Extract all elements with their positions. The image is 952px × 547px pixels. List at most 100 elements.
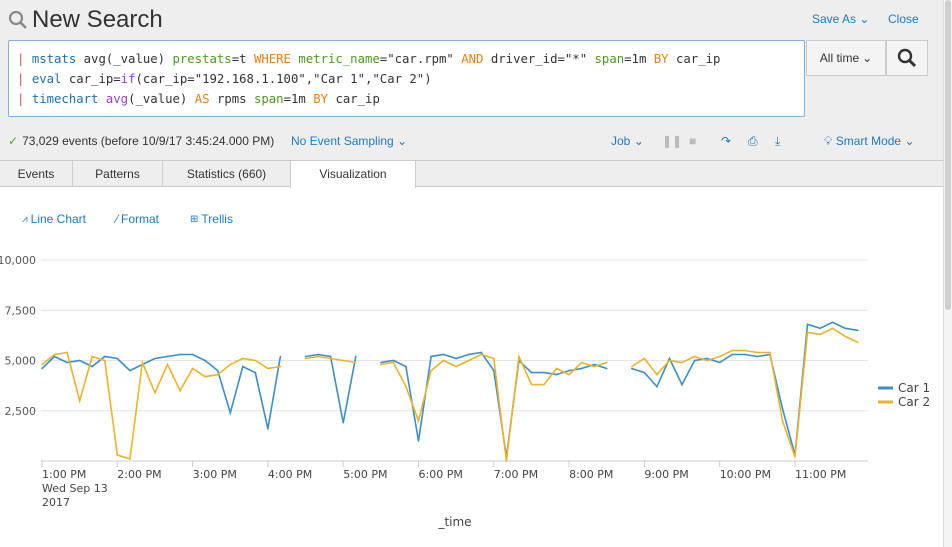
data-point: [781, 420, 784, 422]
x-tick-label: 8:00 PM: [569, 468, 613, 481]
data-point: [78, 359, 81, 362]
x-tick-label: 9:00 PM: [644, 468, 688, 481]
query-token: metric_name: [298, 52, 380, 66]
data-point: [631, 365, 633, 368]
data-point: [831, 321, 834, 324]
data-point: [417, 440, 420, 442]
data-point: [769, 351, 771, 354]
data-point: [129, 369, 131, 372]
data-point: [530, 383, 533, 386]
tab-patterns[interactable]: Patterns: [72, 161, 162, 187]
data-point: [518, 355, 520, 358]
x-tick-label: 1:00 PM: [42, 468, 86, 481]
data-point: [756, 355, 759, 358]
data-point: [681, 361, 683, 364]
series-line-2: [41, 327, 859, 462]
data-point: [179, 389, 181, 392]
export-icon[interactable]: ⤓: [775, 134, 780, 149]
data-point: [141, 361, 144, 364]
data-point: [530, 371, 533, 374]
query-token: WHERE: [253, 52, 299, 66]
data-point: [66, 361, 68, 364]
tab-statistics[interactable]: Statistics (660): [162, 161, 290, 187]
data-point: [216, 369, 219, 372]
search-button[interactable]: [886, 40, 928, 76]
data-point: [856, 341, 859, 344]
query-token: AS: [194, 92, 217, 106]
query-token: car_ip=: [68, 72, 121, 86]
time-range-picker[interactable]: All time ⌄: [806, 40, 886, 76]
query-token: avg(_value): [83, 52, 173, 66]
data-point: [731, 349, 734, 352]
data-point: [819, 327, 821, 330]
data-point: [154, 391, 156, 394]
data-point: [242, 357, 244, 360]
data-point: [442, 359, 445, 362]
data-point: [718, 361, 721, 364]
series-line-1: [41, 321, 858, 458]
data-point: [229, 363, 232, 366]
tab-bar: Events Patterns Statistics (660) Visuali…: [0, 160, 943, 188]
query-token: car_ip: [675, 52, 721, 66]
data-point: [329, 357, 332, 360]
data-point: [568, 373, 570, 376]
data-point: [555, 373, 558, 376]
data-point: [242, 365, 244, 368]
data-point: [455, 357, 457, 360]
query-token: ="car.rpm": [379, 52, 462, 66]
query-token: BY: [653, 52, 676, 66]
tab-events[interactable]: Events: [0, 161, 72, 187]
page-title-text: New Search: [32, 6, 163, 33]
chart-type-button[interactable]: ⩘ Line Chart: [22, 212, 86, 226]
search-icon: [897, 48, 917, 68]
data-point: [831, 327, 834, 330]
format-button[interactable]: ⁄ Format: [116, 212, 159, 226]
job-menu[interactable]: Job ⌄: [611, 134, 644, 148]
data-point: [116, 454, 119, 456]
data-point: [229, 411, 232, 414]
data-point: [706, 357, 708, 360]
tab-visualization[interactable]: Visualization: [290, 161, 416, 188]
data-point: [706, 359, 708, 362]
legend-label: Car 1: [898, 381, 930, 395]
data-point: [593, 365, 595, 368]
data-point: [317, 355, 319, 358]
data-point: [417, 420, 420, 422]
share-icon[interactable]: ↷: [721, 134, 731, 148]
data-point: [605, 361, 608, 364]
query-token: |: [17, 52, 32, 66]
trellis-button[interactable]: ⊞ Trellis: [190, 212, 233, 226]
data-point: [568, 369, 570, 372]
data-point: [467, 359, 470, 362]
print-icon[interactable]: ⎙: [748, 134, 758, 149]
search-mode-dropdown[interactable]: 💡︎ Smart Mode ⌄: [824, 134, 915, 149]
data-point: [781, 407, 784, 410]
data-point: [204, 375, 206, 378]
data-point: [354, 355, 357, 358]
x-tick-label: 4:00 PM: [268, 468, 312, 481]
stop-icon[interactable]: ■: [689, 134, 696, 148]
data-point: [442, 353, 445, 356]
y-tick-label: 5,000: [5, 355, 37, 368]
pause-icon[interactable]: ❚❚: [662, 134, 682, 148]
page-title: New Search: [8, 6, 163, 34]
data-point: [380, 361, 382, 364]
data-point: [53, 353, 56, 356]
close-button[interactable]: Close: [888, 12, 919, 26]
query-token: (car_ip="192.168.1.100","Car 1","Car 2"): [135, 72, 432, 86]
data-point: [668, 359, 671, 362]
data-point: [116, 357, 119, 360]
data-point: [681, 383, 683, 386]
data-point: [693, 359, 696, 362]
search-input[interactable]: | mstats avg(_value) prestats=t WHERE me…: [8, 40, 805, 117]
data-point: [66, 351, 68, 354]
data-point: [191, 353, 194, 356]
save-as-button[interactable]: Save As ⌄: [812, 12, 869, 26]
query-token: span: [253, 92, 284, 106]
data-point: [806, 323, 809, 326]
event-sampling-dropdown[interactable]: No Event Sampling ⌄: [291, 134, 407, 148]
data-point: [342, 359, 345, 362]
scrollbar-thumb[interactable]: [945, 0, 951, 310]
search-line: | eval car_ip=if(car_ip="192.168.1.100",…: [17, 69, 804, 89]
data-point: [819, 333, 821, 336]
